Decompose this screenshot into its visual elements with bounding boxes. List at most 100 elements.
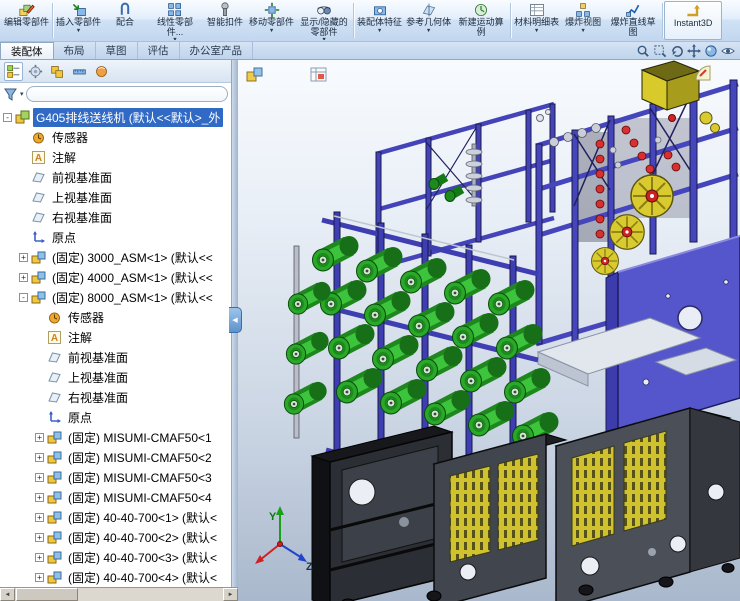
tree-item[interactable]: + (固定) 40-40-700<2> (默认<	[0, 527, 231, 547]
tab-3[interactable]: 草图	[96, 42, 138, 59]
tree-item[interactable]: + (固定) 3000_ASM<1> (默认<<	[0, 247, 231, 267]
ribbon-button-exploded-view[interactable]: 爆炸视图 ▼	[561, 1, 605, 40]
new-motion-study-icon	[473, 2, 489, 18]
ribbon-button-label: 参考几何体	[406, 17, 452, 27]
expand-toggle[interactable]: +	[19, 252, 28, 262]
manager-tab-bar	[0, 60, 231, 83]
tree-filter-input[interactable]	[25, 86, 228, 102]
ribbon-button-show-hidden-components[interactable]: 显示/隐藏的零部件 ▼	[296, 1, 352, 40]
tree-item[interactable]: 右视基准面	[0, 387, 231, 407]
filter-dropdown-arrow-icon[interactable]: ▾	[20, 90, 24, 98]
expand-toggle[interactable]: +	[35, 512, 44, 522]
configurationmanager-icon[interactable]	[48, 62, 67, 81]
tree-item[interactable]: 右视基准面	[0, 207, 231, 227]
component-icon	[31, 250, 46, 265]
ribbon-button-edit-component[interactable]: 编辑零部件	[2, 1, 51, 40]
tree-item[interactable]: + (固定) MISUMI-CMAF50<1	[0, 427, 231, 447]
tab-5[interactable]: 办公室产品	[180, 42, 253, 59]
expand-toggle[interactable]: +	[35, 532, 44, 542]
expand-toggle[interactable]: +	[35, 492, 44, 502]
ribbon-button-assembly-features[interactable]: 装配体特征 ▼	[355, 1, 404, 40]
tree-item[interactable]: 上视基准面	[0, 367, 231, 387]
ribbon-button-new-motion-study[interactable]: 新建运动算例	[453, 1, 509, 40]
expand-toggle[interactable]: +	[35, 472, 44, 482]
tree-item[interactable]: + (固定) 40-40-700<1> (默认<	[0, 507, 231, 527]
expand-toggle[interactable]: -	[19, 292, 28, 302]
tree-item-label: (固定) 40-40-700<1> (默认<	[68, 510, 218, 525]
svg-text:A: A	[35, 153, 42, 164]
edit-component-icon	[18, 2, 35, 18]
appearance-icon[interactable]	[704, 44, 718, 58]
pan-icon[interactable]	[687, 43, 701, 58]
tree-item-label: (固定) 40-40-700<2> (默认<	[68, 530, 218, 545]
expand-toggle[interactable]: +	[35, 452, 44, 462]
tree-item[interactable]: 前视基准面	[0, 167, 231, 187]
dropdown-arrow-icon: ▼	[172, 37, 178, 40]
expand-toggle[interactable]: +	[19, 272, 28, 282]
propertymanager-icon[interactable]	[26, 62, 45, 81]
dimxpertmanager-icon[interactable]	[70, 62, 89, 81]
tree-item[interactable]: + (固定) 40-40-700<4> (默认<	[0, 567, 231, 587]
tab-1[interactable]: 装配体	[0, 42, 54, 59]
expand-toggle[interactable]: -	[3, 112, 12, 122]
ribbon-button-bill-of-materials[interactable]: 材料明细表 ▼	[512, 1, 561, 40]
plane-icon	[31, 190, 46, 205]
ribbon-button-label: Instant3D	[673, 18, 713, 28]
plane-icon	[31, 170, 46, 185]
tab-4[interactable]: 评估	[138, 42, 180, 59]
expand-toggle[interactable]: +	[35, 432, 44, 442]
tree-item[interactable]: 前视基准面	[0, 347, 231, 367]
view-toolbar	[631, 42, 740, 59]
sensors-icon	[31, 130, 46, 145]
displaymanager-icon[interactable]	[92, 62, 111, 81]
ribbon-button-instant3d[interactable]: Instant3D	[664, 1, 723, 40]
origin-triad: Y Z	[255, 506, 313, 573]
tree-horizontal-scrollbar: ◄ ►	[0, 587, 238, 601]
scroll-thumb[interactable]	[16, 588, 78, 601]
tree-item[interactable]: A 注解	[0, 147, 231, 167]
tree-item[interactable]: + (固定) 4000_ASM<1> (默认<<	[0, 267, 231, 287]
scroll-track[interactable]	[78, 588, 223, 601]
rotate-view-icon[interactable]	[670, 44, 684, 58]
display-pane-icon[interactable]	[310, 66, 328, 84]
tree-item[interactable]: + (固定) MISUMI-CMAF50<2	[0, 447, 231, 467]
zoom-area-icon[interactable]	[653, 44, 667, 58]
tree-item[interactable]: - (固定) 8000_ASM<1> (默认<<	[0, 287, 231, 307]
tree-item[interactable]: 原点	[0, 227, 231, 247]
filter-funnel-icon[interactable]	[3, 87, 18, 102]
confirmation-corner-icon[interactable]	[694, 64, 712, 82]
graphics-area[interactable]: Y Z	[238, 60, 740, 601]
scroll-right-button[interactable]: ►	[223, 588, 238, 601]
scroll-left-button[interactable]: ◄	[0, 588, 15, 601]
panel-collapse-button[interactable]: ◀	[229, 307, 242, 333]
left-cabinet	[310, 425, 454, 601]
tree-item[interactable]: 传感器	[0, 307, 231, 327]
ribbon-button-mate[interactable]: 配合	[103, 1, 147, 40]
tab-2[interactable]: 布局	[54, 42, 96, 59]
ribbon-button-explode-line-sketch[interactable]: 爆炸直线草图	[605, 1, 661, 40]
flyout-tree-icon[interactable]	[246, 66, 264, 84]
tree-item[interactable]: A 注解	[0, 327, 231, 347]
expand-toggle[interactable]: +	[35, 572, 44, 582]
view-settings-icon[interactable]	[721, 44, 735, 58]
ribbon-button-label: 线性零部件...	[157, 17, 194, 37]
tree-item[interactable]: + (固定) MISUMI-CMAF50<3	[0, 467, 231, 487]
reference-geometry-icon	[421, 2, 437, 18]
tree-item[interactable]: + (固定) 40-40-700<3> (默认<	[0, 547, 231, 567]
ribbon-button-insert-components[interactable]: 插入零部件 ▼	[54, 1, 103, 40]
tree-item[interactable]: 传感器	[0, 127, 231, 147]
ribbon-button-move-component[interactable]: 移动零部件 ▼	[247, 1, 296, 40]
ribbon-button-linear-component-pattern[interactable]: 线性零部件... ▼	[147, 1, 203, 40]
tree-item[interactable]: + (固定) MISUMI-CMAF50<4	[0, 487, 231, 507]
featuremanager-tree-icon[interactable]	[4, 61, 23, 81]
show-hidden-components-icon	[316, 2, 332, 18]
ribbon-button-reference-geometry[interactable]: 参考几何体 ▼	[404, 1, 453, 40]
tree-item[interactable]: - G405排线送线机 (默认<<默认>_外	[0, 107, 231, 127]
tree-item[interactable]: 上视基准面	[0, 187, 231, 207]
ribbon-button-smart-fasteners[interactable]: 智能扣件	[203, 1, 247, 40]
expand-toggle[interactable]: +	[35, 552, 44, 562]
tree-item[interactable]: 原点	[0, 407, 231, 427]
tree-item-label: 传感器	[52, 130, 89, 145]
right-cabinet	[554, 407, 740, 601]
zoom-fit-icon[interactable]	[636, 44, 650, 58]
